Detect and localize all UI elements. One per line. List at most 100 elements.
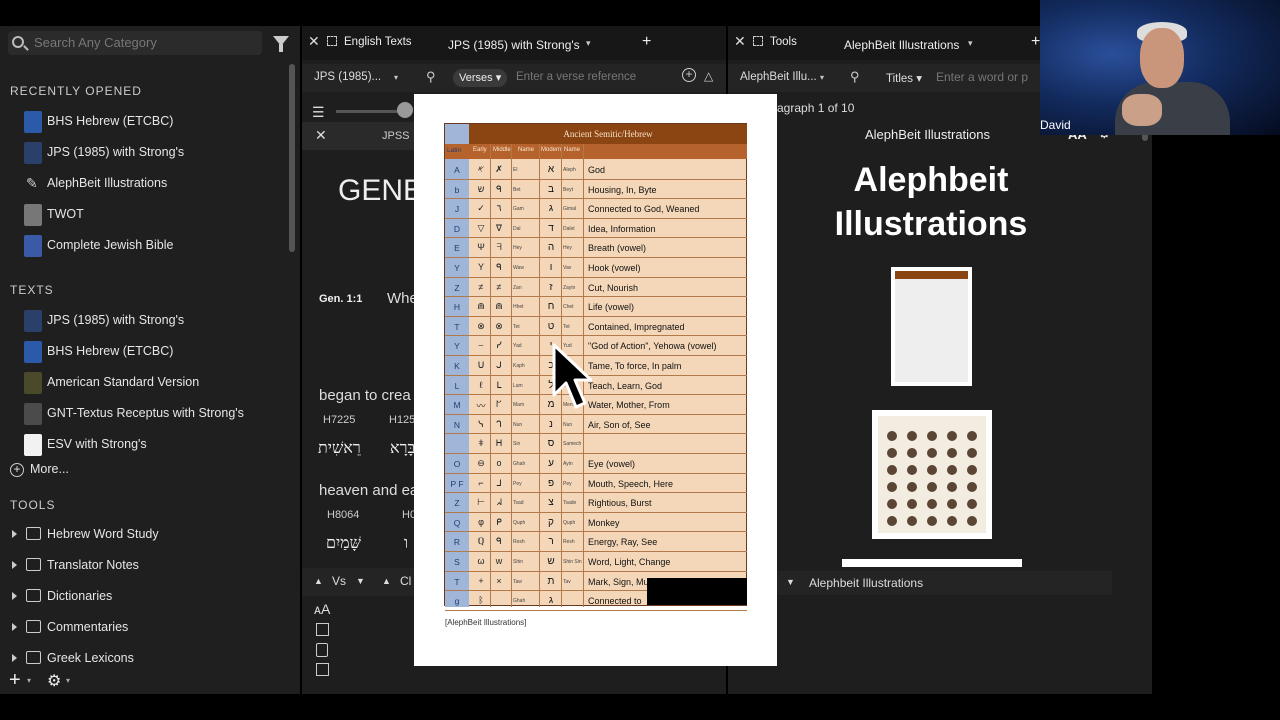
hebrew-word[interactable]: שָּׁמַיִם bbox=[326, 533, 361, 553]
chevron-down-icon[interactable]: ▼ bbox=[356, 576, 365, 586]
chevron-down-icon[interactable]: ▾ bbox=[968, 38, 973, 49]
search-icon[interactable]: ⚲ bbox=[426, 69, 436, 85]
chevron-down-icon[interactable]: ▼ bbox=[786, 577, 795, 587]
pictograph-glyph bbox=[947, 465, 957, 475]
book-icon bbox=[24, 372, 42, 394]
tool-greek-lexicons[interactable]: Greek Lexicons bbox=[10, 646, 134, 670]
cell-mid: ✗ bbox=[495, 164, 503, 174]
tool-dictionaries[interactable]: Dictionaries bbox=[10, 584, 112, 608]
chevron-down-icon[interactable]: ▾ bbox=[586, 38, 591, 49]
layout-icon[interactable] bbox=[316, 663, 329, 676]
chevron-up-icon[interactable]: ▲ bbox=[382, 576, 391, 586]
strongs-number[interactable]: H125 bbox=[389, 414, 415, 426]
cell-early: φ bbox=[478, 516, 484, 527]
sidebar-bottom-bar: + ▾ ⚙ ▾ bbox=[0, 668, 300, 694]
text-size-icon[interactable]: ᴀA bbox=[314, 601, 330, 617]
hebrew-word[interactable]: ו bbox=[404, 533, 408, 553]
tool-commentaries[interactable]: Commentaries bbox=[10, 615, 128, 639]
cell-latin: D bbox=[453, 223, 461, 234]
cell-name: Gam bbox=[513, 206, 524, 213]
cell-name2: Dalet bbox=[563, 225, 575, 232]
recent-item-jps[interactable]: JPS (1985) with Strong's bbox=[24, 139, 184, 165]
text-item-bhs[interactable]: BHS Hebrew (ETCBC) bbox=[24, 338, 173, 364]
recent-item-cjb[interactable]: Complete Jewish Bible bbox=[24, 232, 173, 258]
table-row: ǂ ᕼ Sin ס Samech bbox=[445, 434, 747, 454]
verse-nav-label[interactable]: Vs bbox=[332, 574, 346, 588]
verse-ref[interactable]: Gen. 1:1 bbox=[319, 293, 362, 305]
category-search-input[interactable]: Search Any Category bbox=[8, 31, 262, 55]
share-icon[interactable]: △ bbox=[704, 69, 713, 83]
text-item-esv[interactable]: ESV with Strong's bbox=[24, 431, 147, 457]
pencil-icon: ✎ bbox=[26, 175, 38, 191]
chevron-down-icon: ▾ bbox=[27, 676, 32, 685]
pictograph-glyph bbox=[967, 516, 977, 526]
table-header: Ancient Semitic/Hebrew bbox=[469, 124, 747, 144]
expand-icon[interactable] bbox=[753, 36, 763, 46]
cell-latin: T bbox=[454, 576, 460, 587]
cell-heb: ס bbox=[547, 438, 555, 450]
text-item-jps[interactable]: JPS (1985) with Strong's bbox=[24, 307, 184, 333]
cell-meaning: Eye (vowel) bbox=[588, 459, 636, 469]
add-icon[interactable]: + bbox=[9, 669, 21, 692]
close-pane-icon[interactable]: ✕ bbox=[308, 33, 320, 50]
tab-jps[interactable]: JPS (1985) with Strong's bbox=[448, 38, 580, 52]
cell-early: Y bbox=[477, 262, 484, 272]
recent-item-alephbeit[interactable]: ✎ AlephBeit Illustrations bbox=[24, 170, 167, 196]
cell-heb: ט bbox=[547, 320, 555, 332]
word-search-input[interactable]: Enter a word or p bbox=[936, 70, 1028, 84]
verses-mode-dropdown[interactable]: Verses ▾ bbox=[453, 69, 508, 87]
cell-latin: A bbox=[454, 165, 460, 175]
table-row: J ✓ ٦ Gam ג Gimal Connected to God, Weaned bbox=[445, 199, 747, 219]
more-texts-link[interactable]: + More... bbox=[10, 458, 69, 480]
illustration-thumbnail[interactable] bbox=[891, 267, 972, 386]
clipboard-icon[interactable] bbox=[316, 643, 328, 657]
tool-translator-notes[interactable]: Translator Notes bbox=[10, 553, 139, 577]
illustration-thumbnail[interactable] bbox=[872, 410, 992, 539]
strongs-number[interactable]: H8064 bbox=[327, 509, 359, 521]
resource-dropdown[interactable]: JPS (1985)... bbox=[314, 71, 381, 83]
tool-hebrew-word-study[interactable]: Hebrew Word Study bbox=[10, 522, 159, 546]
texts-header: TEXTS bbox=[10, 283, 54, 297]
texts-toolbar: JPS (1985)... ▾ ⚲ Verses ▾ Enter a verse… bbox=[302, 64, 726, 92]
mouse-cursor-icon bbox=[552, 343, 592, 409]
titles-mode-dropdown[interactable]: Titles ▾ bbox=[886, 71, 922, 85]
filter-icon[interactable] bbox=[273, 36, 289, 52]
list-icon[interactable]: ☰ bbox=[312, 104, 325, 121]
lexicon-icon bbox=[26, 651, 41, 664]
gear-icon[interactable]: ⚙ bbox=[47, 671, 61, 691]
new-tab-icon[interactable]: + bbox=[1031, 33, 1040, 51]
text-item-asv[interactable]: American Standard Version bbox=[24, 369, 199, 395]
recent-item-bhs[interactable]: BHS Hebrew (ETCBC) bbox=[24, 108, 173, 134]
cell-name2: Gimal bbox=[563, 206, 577, 213]
search-icon bbox=[12, 36, 24, 48]
expand-icon[interactable] bbox=[327, 36, 337, 46]
zoom-slider[interactable] bbox=[336, 110, 406, 113]
search-icon[interactable]: ⚲ bbox=[850, 69, 860, 85]
cell-mid: ᒧ bbox=[496, 477, 502, 488]
strongs-number[interactable]: H7225 bbox=[323, 414, 355, 426]
chevron-up-icon[interactable]: ▲ bbox=[314, 576, 323, 586]
hebrew-word[interactable]: רֵאשִׁית bbox=[318, 438, 361, 458]
cell-latin: J bbox=[454, 204, 460, 215]
subtab-jpss[interactable]: JPSS bbox=[382, 130, 410, 142]
pictograph-glyph bbox=[927, 431, 937, 441]
book-heading: GENE bbox=[338, 174, 424, 207]
new-tab-icon[interactable]: + bbox=[642, 33, 651, 51]
slider-handle[interactable] bbox=[397, 102, 413, 118]
sidebar-scrollbar[interactable] bbox=[289, 64, 295, 252]
copy-icon[interactable] bbox=[316, 623, 329, 636]
text-item-gnt[interactable]: GNT-Textus Receptus with Strong's bbox=[24, 400, 244, 426]
illustration-thumbnail[interactable] bbox=[842, 559, 1022, 567]
close-icon[interactable]: ✕ bbox=[315, 127, 327, 144]
add-circle-icon[interactable]: + bbox=[682, 68, 696, 82]
cell-early: ש bbox=[477, 183, 485, 194]
cell-heb: ז bbox=[549, 281, 553, 293]
recent-item-twot[interactable]: TWOT bbox=[24, 201, 84, 227]
hebrew-word[interactable]: בָּרָא bbox=[390, 438, 415, 458]
tab-alephbeit[interactable]: AlephBeit Illustrations bbox=[844, 38, 959, 52]
resource-dropdown[interactable]: AlephBeit Illu... bbox=[740, 71, 817, 83]
table-row: R ℚ ᑫ Resh ר Resh Energy, Ray, See bbox=[445, 532, 747, 552]
chapter-nav-label[interactable]: Cl bbox=[400, 574, 411, 588]
close-pane-icon[interactable]: ✕ bbox=[734, 33, 746, 50]
verse-reference-input[interactable]: Enter a verse reference bbox=[516, 71, 636, 83]
